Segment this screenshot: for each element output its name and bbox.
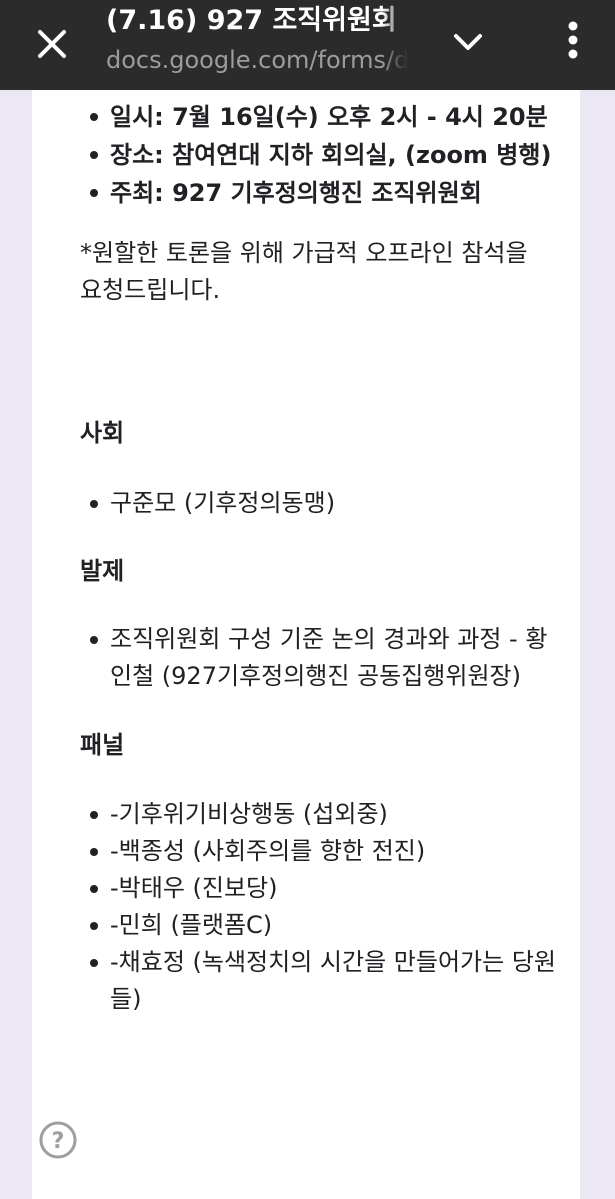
page-url: docs.google.com/forms/d/ <box>106 46 408 74</box>
bullet <box>90 151 98 159</box>
bullet <box>90 189 98 197</box>
detail-datetime: 일시: 7월 16일(수) 오후 2시 - 4시 20분 <box>110 103 548 131</box>
page-title: (7.16) 927 조직위원회 구성 토론회 <box>106 5 408 36</box>
section-heading-moderator: 사회 <box>80 419 125 447</box>
panel-list: -기후위기비상행동 (섭외중) -백종성 (사회주의를 향한 전진) -박태우 … <box>80 796 560 1018</box>
list-item: 구준모 (기후정의동맹) <box>32 485 560 522</box>
list-item: 주최: 927 기후정의행진 조직위원회 <box>32 174 560 212</box>
panel-item: -민희 (플랫폼C) <box>110 911 273 939</box>
panel-item: -백종성 (사회주의를 향한 전진) <box>110 837 426 865</box>
moderator-list: 구준모 (기후정의동맹) <box>80 485 560 522</box>
detail-location: 장소: 참여연대 지하 회의실, (zoom 병행) <box>110 141 552 169</box>
bullet <box>90 113 98 121</box>
help-button[interactable]: ? <box>38 1120 78 1160</box>
form-description: 일시: 7월 16일(수) 오후 2시 - 4시 20분 장소: 참여연대 지하… <box>80 98 560 1018</box>
moderator-name: 구준모 (기후정의동맹) <box>110 489 336 517</box>
page-title-area[interactable]: (7.16) 927 조직위원회 구성 토론회 docs.google.com/… <box>106 4 408 84</box>
panel-item: -박태우 (진보당) <box>110 874 278 902</box>
bullet <box>90 811 98 819</box>
presentation-list: 조직위원회 구성 기준 논의 경과와 과정 - 황인철 (927기후정의행진 공… <box>80 621 560 695</box>
event-details-list: 일시: 7월 16일(수) 오후 2시 - 4시 20분 장소: 참여연대 지하… <box>80 98 560 212</box>
help-icon: ? <box>39 1121 77 1159</box>
form-description-card: 일시: 7월 16일(수) 오후 2시 - 4시 20분 장소: 참여연대 지하… <box>32 90 580 1199</box>
svg-text:?: ? <box>52 1129 65 1154</box>
more-vert-icon <box>568 21 578 59</box>
bullet <box>90 636 98 644</box>
list-item: 장소: 참여연대 지하 회의실, (zoom 병행) <box>32 136 560 174</box>
panel-item: -채효정 (녹색정치의 시간을 만들어가는 당원들) <box>110 948 556 1013</box>
close-icon <box>38 30 66 58</box>
bullet <box>90 922 98 930</box>
list-item: -기후위기비상행동 (섭외중) <box>32 796 560 833</box>
bullet <box>90 848 98 856</box>
list-item: 일시: 7월 16일(수) 오후 2시 - 4시 20분 <box>32 98 560 136</box>
bullet <box>90 500 98 508</box>
expand-button[interactable] <box>440 14 496 70</box>
detail-host: 주최: 927 기후정의행진 조직위원회 <box>110 179 482 207</box>
bullet <box>90 885 98 893</box>
close-button[interactable] <box>22 14 82 74</box>
list-item: -박태우 (진보당) <box>32 870 560 907</box>
list-item: -백종성 (사회주의를 향한 전진) <box>32 833 560 870</box>
panel-item: -기후위기비상행동 (섭외중) <box>110 800 388 828</box>
title-fade <box>382 4 408 84</box>
presentation-item: 조직위원회 구성 기준 논의 경과와 과정 - 황인철 (927기후정의행진 공… <box>110 625 548 690</box>
list-item: -채효정 (녹색정치의 시간을 만들어가는 당원들) <box>32 944 560 1018</box>
bullet <box>90 959 98 967</box>
section-heading-presentation: 발제 <box>80 557 125 585</box>
more-options-button[interactable] <box>548 12 598 68</box>
browser-toolbar: (7.16) 927 조직위원회 구성 토론회 docs.google.com/… <box>0 0 615 90</box>
chevron-down-icon <box>454 34 482 50</box>
section-heading-panel: 패널 <box>80 731 125 759</box>
list-item: -민희 (플랫폼C) <box>32 907 560 944</box>
list-item: 조직위원회 구성 기준 논의 경과와 과정 - 황인철 (927기후정의행진 공… <box>32 621 560 695</box>
attendance-note: *원할한 토론을 위해 가급적 오프라인 참석을 요청드립니다. <box>80 239 528 304</box>
